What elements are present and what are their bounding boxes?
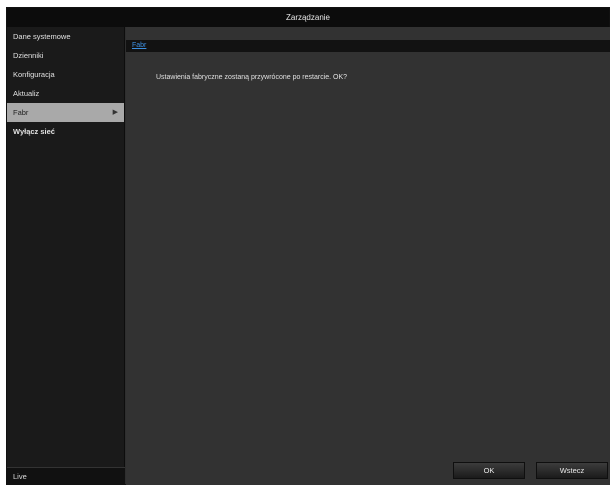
sidebar-item-label: Wyłącz sieć	[13, 127, 55, 136]
chevron-right-icon: ▶	[112, 109, 118, 116]
main-panel: Fabr Ustawienia fabryczne zostaną przywr…	[126, 27, 610, 485]
sidebar-item-disable-network[interactable]: Wyłącz sieć	[7, 122, 124, 141]
sidebar-item-label: Konfiguracja	[13, 70, 55, 79]
tab-factory[interactable]: Fabr	[132, 40, 146, 52]
sidebar: Dane systemowe Dzienniki Konfiguracja Ak…	[7, 27, 125, 485]
sidebar-item-configuration[interactable]: Konfiguracja	[7, 65, 124, 84]
factory-reset-message: Ustawienia fabryczne zostaną przywrócone…	[156, 74, 348, 81]
back-button[interactable]: Wstecz	[536, 462, 608, 479]
management-window: Zarządzanie Dane systemowe Dzienniki Kon…	[6, 7, 610, 485]
window-title: Zarządzanie	[7, 8, 609, 27]
live-button[interactable]: Live	[7, 467, 125, 485]
sidebar-item-system-data[interactable]: Dane systemowe	[7, 27, 124, 46]
sidebar-item-label: Dane systemowe	[13, 32, 71, 41]
sidebar-item-factory[interactable]: Fabr ▶	[7, 103, 124, 122]
sidebar-item-label: Aktualiz	[13, 89, 40, 98]
tab-bar: Fabr	[126, 40, 610, 52]
ok-button[interactable]: OK	[453, 462, 525, 479]
sidebar-item-label: Dzienniki	[13, 51, 44, 60]
sidebar-item-update[interactable]: Aktualiz	[7, 84, 124, 103]
sidebar-item-logs[interactable]: Dzienniki	[7, 46, 124, 65]
sidebar-item-label: Fabr	[13, 108, 29, 117]
